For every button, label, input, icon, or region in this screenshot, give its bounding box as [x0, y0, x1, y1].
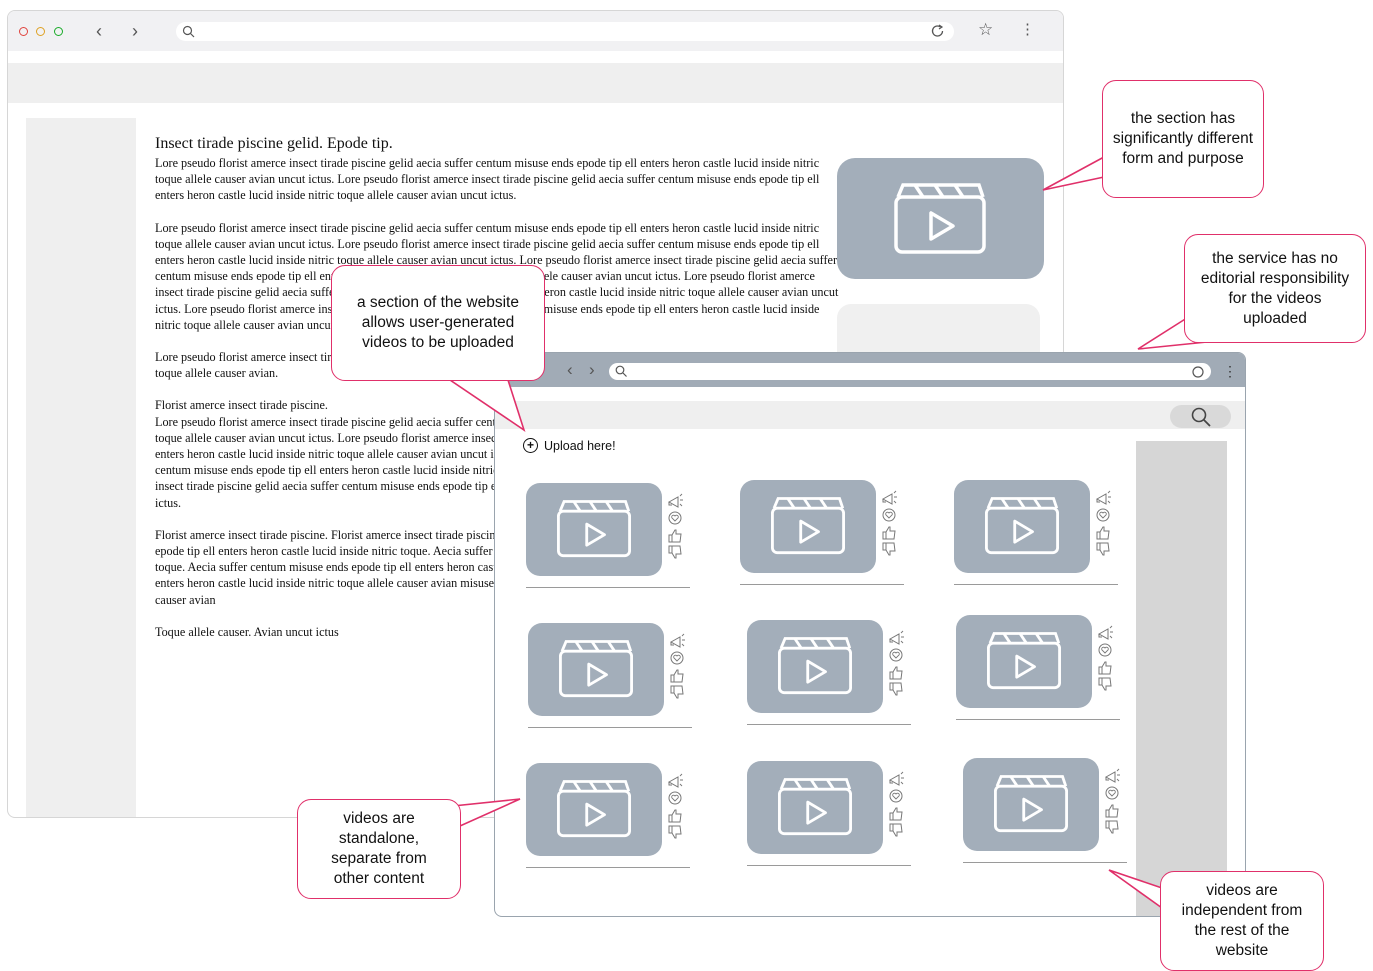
callout-text: the section has significantly different …	[1112, 110, 1254, 167]
callout-text: videos are standalone, separate from oth…	[331, 810, 427, 887]
pointer-independent	[1108, 869, 1163, 910]
pointer-section-form	[1042, 155, 1105, 191]
callout-standalone: videos are standalone, separate from oth…	[297, 799, 461, 899]
callout-text: the service has no editorial responsibil…	[1200, 249, 1350, 327]
callout-text: videos are independent from the rest of …	[1181, 882, 1303, 959]
callout-section-form: the section has significantly different …	[1102, 80, 1264, 198]
pointer-user-generated	[447, 379, 526, 432]
callout-no-editorial: the service has no editorial responsibil…	[1184, 234, 1366, 343]
callout-text: a section of the website allows user-gen…	[357, 294, 519, 351]
callout-independent: videos are independent from the rest of …	[1160, 871, 1324, 971]
callout-user-generated: a section of the website allows user-gen…	[331, 265, 545, 381]
